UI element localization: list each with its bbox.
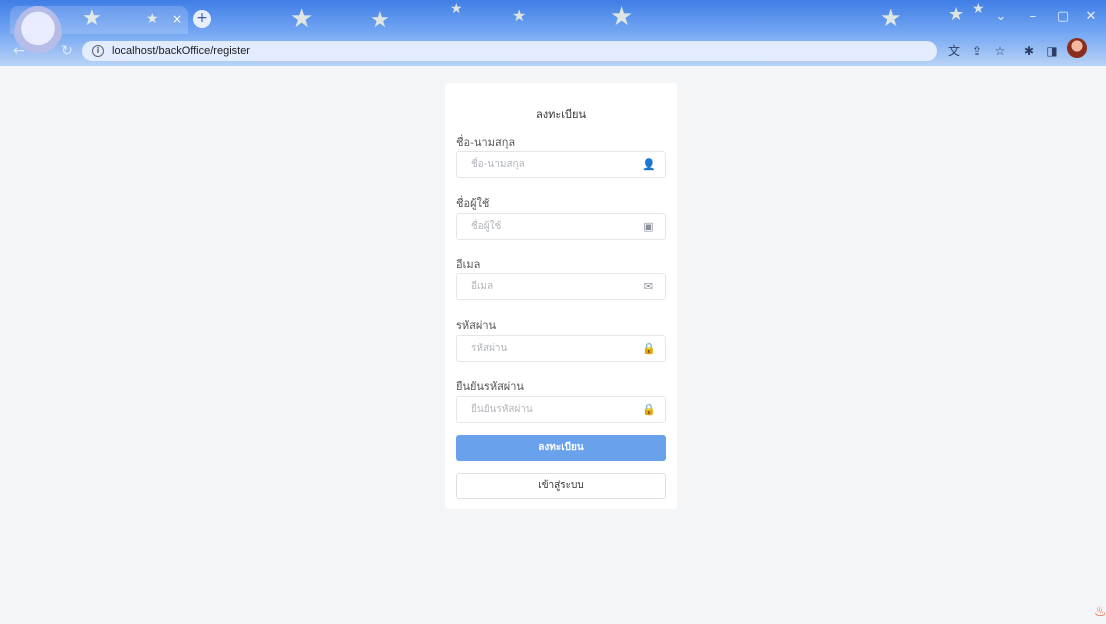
share-icon[interactable]: ⇪ [968, 42, 986, 60]
password-input[interactable] [457, 336, 637, 361]
extensions-icon[interactable]: ✱ [1020, 42, 1038, 60]
profile-avatar[interactable] [1067, 38, 1087, 58]
lock-icon: 🔒 [642, 342, 656, 355]
close-window-icon[interactable]: ✕ [1080, 8, 1102, 26]
bookmark-star-icon[interactable]: ☆ [991, 42, 1009, 60]
tab-search-icon[interactable]: ⌄ [990, 8, 1012, 26]
fullname-field[interactable]: 👤 [456, 151, 666, 178]
email-label: อีเมล [456, 258, 481, 271]
tab-close-icon[interactable]: × [168, 10, 186, 28]
tab-strip: × + ⌄ – ▢ ✕ [0, 0, 1106, 62]
url-text[interactable]: localhost/backOffice/register [112, 45, 250, 57]
address-bar[interactable]: i localhost/backOffice/register [82, 41, 937, 61]
lock-icon: 🔒 [642, 403, 656, 416]
maximize-icon[interactable]: ▢ [1052, 8, 1074, 26]
email-input[interactable] [457, 274, 637, 299]
fullname-label: ชื่อ-นามสกุล [456, 136, 516, 149]
flame-icon[interactable]: ♨ [1094, 604, 1106, 620]
side-panel-icon[interactable]: ◨ [1043, 42, 1061, 60]
id-card-icon: ▣ [643, 220, 654, 233]
register-card: ลงทะเบียน ชื่อ-นามสกุล 👤 ชื่อผู้ใช้ ▣ อี… [445, 83, 677, 509]
confirm-password-label: ยืนยันรหัสผ่าน [456, 380, 524, 393]
user-icon: 👤 [642, 158, 656, 171]
browser-chrome: ★ ★ ★ ★ ★ ★ ★ ★ ★ ★ × + ⌄ – ▢ ✕ ← ↻ i lo… [0, 0, 1106, 66]
register-button[interactable]: ลงทะเบียน [456, 435, 666, 461]
browser-toolbar: ← ↻ i localhost/backOffice/register 文 ⇪ … [0, 34, 1106, 66]
login-button[interactable]: เข้าสู่ระบบ [456, 473, 666, 499]
username-input[interactable] [457, 214, 637, 239]
fullname-input[interactable] [457, 152, 637, 177]
password-field[interactable]: 🔒 [456, 335, 666, 362]
confirm-password-input[interactable] [457, 397, 637, 422]
envelope-icon: ✉ [643, 280, 654, 293]
site-info-icon[interactable]: i [92, 45, 104, 57]
password-label: รหัสผ่าน [456, 319, 497, 332]
username-field[interactable]: ▣ [456, 213, 666, 240]
email-field[interactable]: ✉ [456, 273, 666, 300]
username-label: ชื่อผู้ใช้ [456, 197, 490, 210]
new-tab-button[interactable]: + [193, 10, 211, 28]
reload-icon[interactable]: ↻ [58, 42, 76, 60]
translate-icon[interactable]: 文 [945, 42, 963, 60]
page-title: ลงทะเบียน [536, 108, 586, 121]
minimize-icon[interactable]: – [1022, 8, 1044, 26]
back-arrow-icon[interactable]: ← [10, 42, 28, 60]
confirm-password-field[interactable]: 🔒 [456, 396, 666, 423]
